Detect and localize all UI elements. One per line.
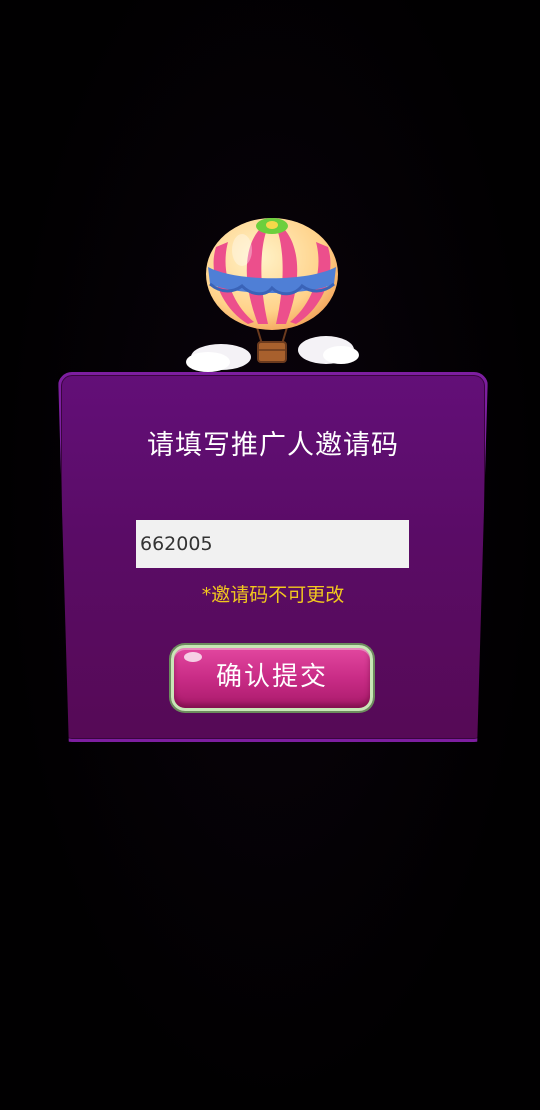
button-shine [184,652,202,662]
invite-code-dialog: 请填写推广人邀请码 *邀请码不可更改 确认提交 [58,372,488,742]
dialog-title: 请填写推广人邀请码 [147,430,399,461]
hint-text: *邀请码不可更改 [201,584,345,606]
dialog-panel: 请填写推广人邀请码 *邀请码不可更改 确认提交 [61,375,485,739]
hot-air-balloon-icon [186,218,359,372]
invite-code-input[interactable] [136,520,409,568]
submit-button[interactable]: 确认提交 [171,645,373,711]
submit-button-label: 确认提交 [215,662,328,692]
game-screen: 请填写推广人邀请码 *邀请码不可更改 确认提交 [0,0,540,1110]
